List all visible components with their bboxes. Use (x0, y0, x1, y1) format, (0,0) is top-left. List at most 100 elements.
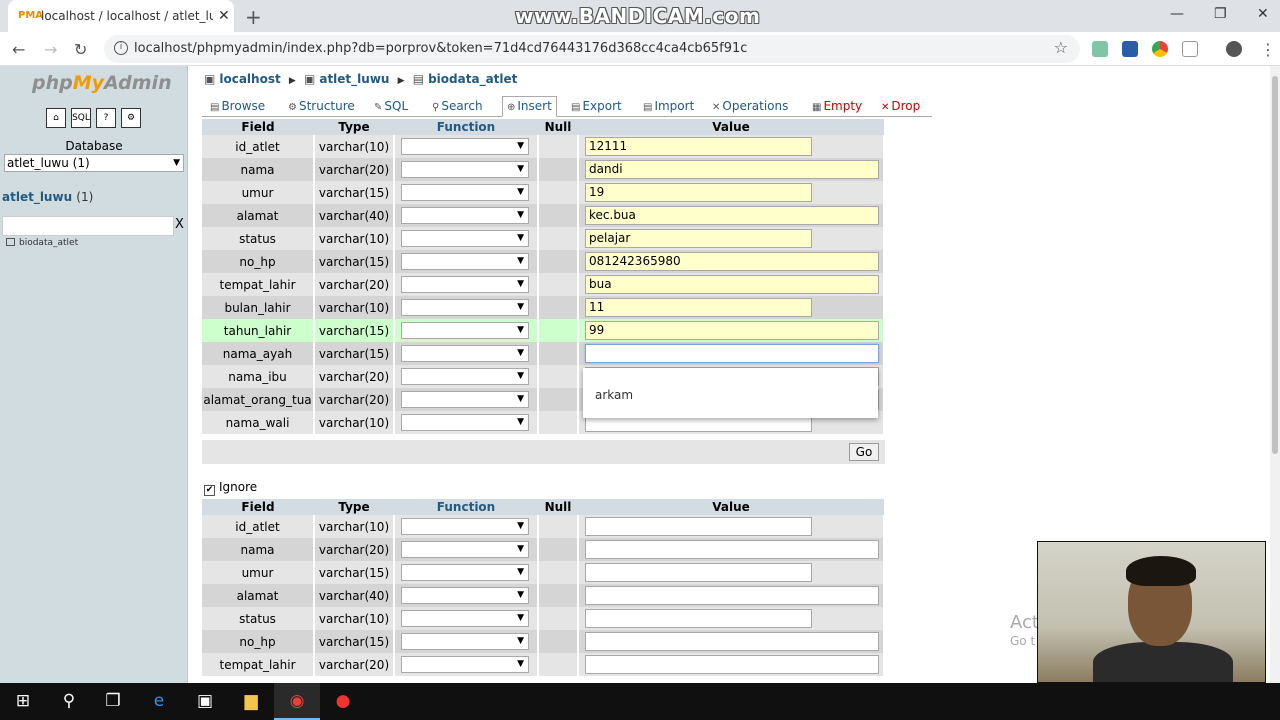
database-select[interactable]: atlet_luwu (1) ▼ (4, 154, 184, 172)
windows-start-icon[interactable]: ⊞ (0, 683, 46, 720)
function-select[interactable]: ▼ (401, 656, 529, 673)
table-filter-input[interactable] (2, 216, 174, 236)
task-view-icon[interactable]: ❐ (90, 683, 136, 720)
breadcrumb-database[interactable]: atlet_luwu (319, 72, 389, 86)
close-tab-icon[interactable]: ✕ (218, 8, 230, 24)
bandicam-record-icon[interactable]: ● (320, 683, 366, 720)
url-text[interactable]: localhost/phpmyadmin/index.php?db=porpro… (134, 41, 747, 56)
tab-structure[interactable]: ⚙ Structure (288, 96, 355, 117)
ignore-checkbox-row[interactable]: ✔ Ignore (204, 480, 257, 496)
function-select[interactable]: ▼ (401, 138, 529, 155)
function-select[interactable]: ▼ (401, 322, 529, 339)
database-link[interactable]: atlet_luwu (1) (2, 190, 93, 204)
tab-search[interactable]: ⚲ Search (432, 96, 483, 117)
value-input[interactable]: pelajar (585, 229, 812, 248)
function-select[interactable]: ▼ (401, 253, 529, 270)
phpmyadmin-logo[interactable]: phpMyAdmin (32, 72, 172, 94)
browser-tab[interactable]: PMA localhost / localhost / atlet_luwu ✕ (8, 0, 234, 32)
filter-clear-button[interactable]: X (175, 217, 184, 232)
function-select[interactable]: ▼ (401, 587, 529, 604)
function-select[interactable]: ▼ (401, 391, 529, 408)
home-icon[interactable]: ⌂ (46, 108, 66, 128)
value-input[interactable] (585, 632, 879, 651)
function-select[interactable]: ▼ (401, 564, 529, 581)
function-select[interactable]: ▼ (401, 161, 529, 178)
value-cell (578, 607, 885, 630)
window-close-icon[interactable]: ✕ (1257, 6, 1269, 22)
restore-icon[interactable]: ❐ (1214, 6, 1227, 22)
settings-icon[interactable]: ⚙ (121, 108, 141, 128)
tab-sql[interactable]: ✎ SQL (374, 96, 408, 117)
function-select[interactable]: ▼ (401, 299, 529, 316)
function-select[interactable]: ▼ (401, 368, 529, 385)
tab-drop[interactable]: ✕ Drop (881, 96, 920, 117)
breadcrumb-server[interactable]: localhost (219, 72, 280, 86)
value-input[interactable] (585, 563, 812, 582)
value-input[interactable] (585, 517, 812, 536)
reload-icon[interactable]: ↻ (74, 40, 87, 59)
function-select[interactable]: ▼ (401, 633, 529, 650)
function-select[interactable]: ▼ (401, 541, 529, 558)
value-input[interactable]: 081242365980 (585, 252, 879, 271)
scrollbar-thumb[interactable] (1272, 76, 1278, 454)
value-input[interactable]: kec.bua (585, 206, 879, 225)
star-icon[interactable]: ☆ (1054, 38, 1068, 57)
value-input[interactable] (585, 540, 879, 559)
autocomplete-option[interactable]: arkam (595, 388, 633, 402)
field-name: status (202, 227, 315, 250)
chevron-down-icon: ▼ (517, 325, 524, 335)
value-input[interactable]: dandi (585, 160, 879, 179)
function-select[interactable]: ▼ (401, 518, 529, 535)
tab-insert[interactable]: ⊕ Insert (502, 96, 557, 117)
function-select[interactable]: ▼ (401, 610, 529, 627)
extension-chrome-icon[interactable] (1152, 41, 1168, 57)
go-button[interactable]: Go (849, 443, 879, 461)
search-icon[interactable]: ⚲ (46, 683, 92, 720)
extension-box-icon[interactable] (1182, 41, 1198, 57)
function-select[interactable]: ▼ (401, 414, 529, 431)
profile-icon[interactable] (1226, 41, 1242, 57)
value-input[interactable]: 99 (585, 321, 879, 340)
info-icon[interactable]: i (114, 41, 128, 55)
structure-icon: ⚙ (288, 102, 297, 113)
value-input[interactable] (585, 344, 879, 363)
edge-icon[interactable]: e (136, 683, 182, 720)
docs-icon[interactable]: ? (96, 108, 116, 128)
function-select[interactable]: ▼ (401, 230, 529, 247)
tab-empty[interactable]: ▦ Empty (812, 96, 862, 117)
chrome-icon[interactable]: ◉ (274, 683, 320, 720)
table-link[interactable]: biodata_atlet (6, 238, 78, 248)
back-arrow-icon[interactable]: ← (12, 40, 25, 59)
tab-operations[interactable]: ✕ Operations (712, 96, 788, 117)
new-tab-icon[interactable]: + (245, 5, 262, 29)
value-input[interactable] (585, 655, 879, 674)
store-icon[interactable]: ▣ (182, 683, 228, 720)
tab-import[interactable]: ▤ Import (643, 96, 694, 117)
function-cell: ▼ (394, 227, 539, 250)
header-function[interactable]: Function (394, 499, 538, 515)
chevron-down-icon: ▼ (517, 348, 524, 358)
function-select[interactable]: ▼ (401, 345, 529, 362)
forward-arrow-icon[interactable]: → (44, 40, 57, 59)
function-select[interactable]: ▼ (401, 276, 529, 293)
breadcrumb-table[interactable]: biodata_atlet (428, 72, 517, 86)
value-input[interactable] (585, 586, 879, 605)
value-input[interactable]: bua (585, 275, 879, 294)
value-input[interactable]: 11 (585, 298, 812, 317)
checkbox-checked-icon[interactable]: ✔ (204, 485, 215, 496)
value-input[interactable]: 19 (585, 183, 812, 202)
menu-icon[interactable]: ⋮ (1260, 40, 1276, 59)
tab-browse[interactable]: ▤ Browse (210, 96, 265, 117)
tab-export[interactable]: ▤ Export (571, 96, 622, 117)
function-select[interactable]: ▼ (401, 184, 529, 201)
address-bar[interactable]: i localhost/phpmyadmin/index.php?db=porp… (104, 35, 1080, 63)
sql-icon[interactable]: SQL (71, 108, 91, 128)
value-input[interactable]: 12111 (585, 137, 812, 156)
minimize-icon[interactable]: — (1170, 6, 1184, 22)
extension-icon[interactable] (1092, 41, 1108, 57)
header-function[interactable]: Function (394, 119, 538, 135)
file-explorer-icon[interactable]: ▆ (228, 683, 274, 720)
extension-clapper-icon[interactable] (1122, 41, 1138, 57)
function-select[interactable]: ▼ (401, 207, 529, 224)
value-input[interactable] (585, 609, 812, 628)
